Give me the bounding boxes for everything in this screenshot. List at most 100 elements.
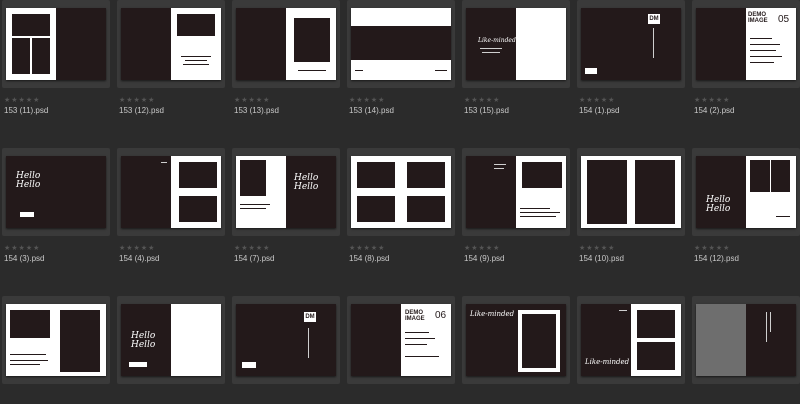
- thumbnail-item[interactable]: DM ★★★★★ 154 (1).psd: [577, 0, 685, 115]
- thumbnail-tile[interactable]: Hello Hello: [232, 148, 340, 236]
- cover-title: Hello Hello: [131, 331, 156, 350]
- page-number: 05: [778, 14, 790, 25]
- file-name: 153 (11).psd: [4, 106, 49, 115]
- cover-title: Like-minded: [470, 310, 515, 318]
- demo-image-text: DEMO IMAGE: [405, 310, 425, 322]
- file-name: 154 (7).psd: [234, 254, 275, 263]
- cover-title: Hello Hello: [294, 173, 319, 192]
- thumbnail-item[interactable]: Like-minded: [462, 296, 570, 404]
- cover-title: Like-minded: [478, 37, 516, 44]
- thumbnail-item[interactable]: Hello Hello ★★★★★ 154 (7).psd: [232, 148, 340, 263]
- thumbnail-tile[interactable]: Hello Hello: [692, 148, 800, 236]
- thumbnail-tile[interactable]: [117, 148, 225, 236]
- thumbnail-preview: [236, 8, 336, 80]
- thumbnail-tile[interactable]: [2, 0, 110, 88]
- dm-logo: DM: [304, 312, 316, 322]
- thumbnail-tile[interactable]: [347, 0, 455, 88]
- rating-stars[interactable]: ★★★★★: [349, 244, 385, 252]
- thumbnail-tile[interactable]: Like-minded: [462, 0, 570, 88]
- rating-stars[interactable]: ★★★★★: [464, 96, 500, 104]
- rating-stars[interactable]: ★★★★★: [119, 96, 155, 104]
- thumbnail-item[interactable]: ★★★★★ 153 (13).psd: [232, 0, 340, 115]
- thumbnail-item[interactable]: [2, 296, 110, 404]
- thumbnail-preview: DEMO IMAGE 05: [696, 8, 796, 80]
- thumbnail-item[interactable]: ★★★★★ 153 (14).psd: [347, 0, 455, 115]
- file-name: 154 (1).psd: [579, 106, 620, 115]
- thumbnail-tile[interactable]: Hello Hello: [2, 148, 110, 236]
- file-name: 154 (9).psd: [464, 254, 505, 263]
- thumbnail-preview: Hello Hello: [121, 304, 221, 376]
- thumbnail-tile[interactable]: [117, 0, 225, 88]
- file-name: 153 (12).psd: [119, 106, 164, 115]
- rating-stars[interactable]: ★★★★★: [4, 244, 40, 252]
- thumbnail-tile[interactable]: [2, 296, 110, 384]
- rating-stars[interactable]: ★★★★★: [464, 244, 500, 252]
- rating-stars[interactable]: ★★★★★: [4, 96, 40, 104]
- thumbnail-item[interactable]: ★★★★★ 154 (10).psd: [577, 148, 685, 263]
- cover-title: Like-minded: [585, 358, 630, 366]
- thumbnail-tile[interactable]: DEMO IMAGE 05: [692, 0, 800, 88]
- thumbnail-preview: [121, 8, 221, 80]
- rating-stars[interactable]: ★★★★★: [579, 244, 615, 252]
- thumbnail-item[interactable]: [692, 296, 800, 404]
- file-name: 154 (3).psd: [4, 254, 45, 263]
- thumbnail-item[interactable]: DEMO IMAGE 05 ★★★★★ 154 (2).psd: [692, 0, 800, 115]
- thumbnail-preview: [696, 304, 796, 376]
- thumbnail-tile[interactable]: [347, 148, 455, 236]
- file-name: 154 (12).psd: [694, 254, 739, 263]
- thumbnail-tile[interactable]: Like-minded: [462, 296, 570, 384]
- thumbnail-item[interactable]: DEMO IMAGE 06: [347, 296, 455, 404]
- rating-stars[interactable]: ★★★★★: [694, 244, 730, 252]
- thumbnail-item[interactable]: Hello Hello: [117, 296, 225, 404]
- thumbnail-item[interactable]: ★★★★★ 154 (4).psd: [117, 148, 225, 263]
- thumbnail-preview: Like-minded: [466, 8, 566, 80]
- thumbnail-tile[interactable]: [462, 148, 570, 236]
- thumbnail-preview: Hello Hello: [6, 156, 106, 228]
- file-name: 154 (8).psd: [349, 254, 390, 263]
- rating-stars[interactable]: ★★★★★: [579, 96, 615, 104]
- thumbnail-preview: [581, 156, 681, 228]
- file-name: 154 (10).psd: [579, 254, 624, 263]
- thumbnail-tile[interactable]: Hello Hello: [117, 296, 225, 384]
- thumbnail-preview: Hello Hello: [696, 156, 796, 228]
- thumbnail-preview: [6, 8, 106, 80]
- file-name: 154 (2).psd: [694, 106, 735, 115]
- rating-stars[interactable]: ★★★★★: [349, 96, 385, 104]
- thumbnail-item[interactable]: Like-minded ★★★★★ 153 (15).psd: [462, 0, 570, 115]
- thumbnail-tile[interactable]: DEMO IMAGE 06: [347, 296, 455, 384]
- rating-stars[interactable]: ★★★★★: [234, 96, 270, 104]
- thumbnail-tile[interactable]: [232, 0, 340, 88]
- thumbnail-tile[interactable]: DM: [577, 0, 685, 88]
- dm-logo: DM: [648, 14, 660, 24]
- thumbnail-item[interactable]: ★★★★★ 154 (8).psd: [347, 148, 455, 263]
- thumbnail-item[interactable]: Hello Hello ★★★★★ 154 (12).psd: [692, 148, 800, 263]
- thumbnail-preview: DEMO IMAGE 06: [351, 304, 451, 376]
- thumbnail-preview: DM: [236, 304, 336, 376]
- rating-stars[interactable]: ★★★★★: [119, 244, 155, 252]
- rating-stars[interactable]: ★★★★★: [234, 244, 270, 252]
- thumbnail-item[interactable]: ★★★★★ 153 (11).psd: [2, 0, 110, 115]
- cover-title: Hello Hello: [706, 195, 731, 214]
- file-name: 153 (15).psd: [464, 106, 509, 115]
- cover-title: Hello Hello: [16, 171, 41, 190]
- thumbnail-item[interactable]: DM: [232, 296, 340, 404]
- thumbnail-item[interactable]: ★★★★★ 154 (9).psd: [462, 148, 570, 263]
- thumbnail-preview: Like-minded: [581, 304, 681, 376]
- thumbnail-preview: Hello Hello: [236, 156, 336, 228]
- file-name: 154 (4).psd: [119, 254, 160, 263]
- thumbnail-item[interactable]: Hello Hello ★★★★★ 154 (3).psd: [2, 148, 110, 263]
- thumbnail-tile[interactable]: Like-minded: [577, 296, 685, 384]
- thumbnail-tile[interactable]: [692, 296, 800, 384]
- thumbnail-item[interactable]: ★★★★★ 153 (12).psd: [117, 0, 225, 115]
- page-number: 06: [435, 310, 447, 321]
- thumbnail-preview: DM: [581, 8, 681, 80]
- demo-image-text: DEMO IMAGE: [748, 12, 768, 24]
- thumbnail-item[interactable]: Like-minded: [577, 296, 685, 404]
- thumbnail-tile[interactable]: DM: [232, 296, 340, 384]
- thumbnail-preview: Like-minded: [466, 304, 566, 376]
- file-name: 153 (14).psd: [349, 106, 394, 115]
- file-browser-grid: ★★★★★ 153 (11).psd ★★★★★ 153 (12).psd ★★…: [0, 0, 800, 400]
- thumbnail-tile[interactable]: [577, 148, 685, 236]
- thumbnail-preview: [466, 156, 566, 228]
- rating-stars[interactable]: ★★★★★: [694, 96, 730, 104]
